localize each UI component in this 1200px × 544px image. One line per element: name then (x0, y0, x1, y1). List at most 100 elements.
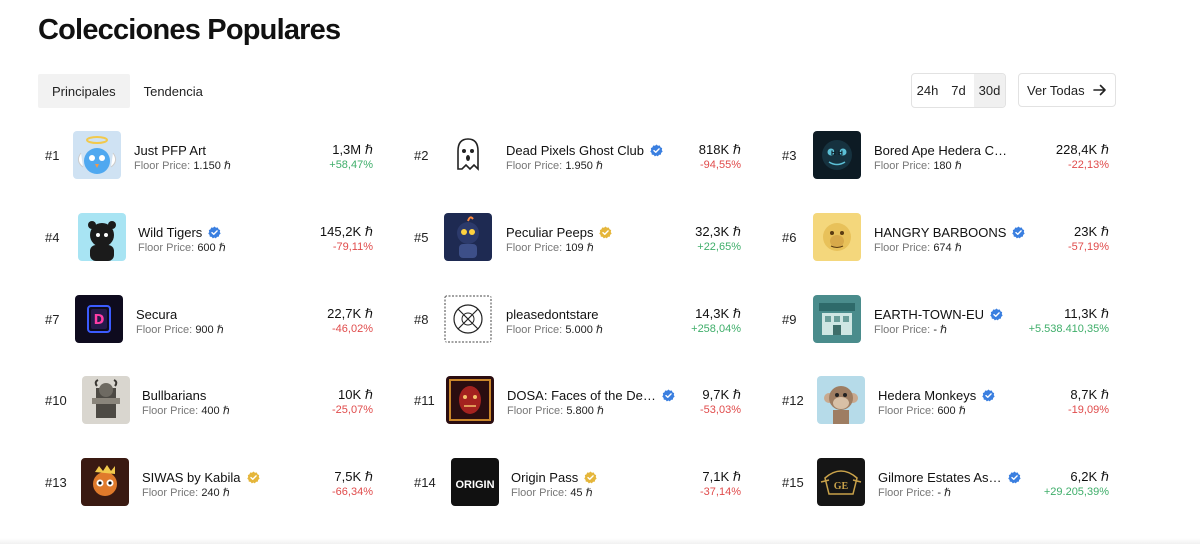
hbar-symbol: ℏ (732, 469, 741, 484)
collection-name[interactable]: Wild Tigers (138, 225, 202, 240)
collection-volume: 818K ℏ (699, 142, 741, 158)
collection-row[interactable]: #1 Just PFP Art Floor Price: 1.150 ℏ 1,3M ℏ… (45, 120, 373, 190)
collection-thumbnail[interactable]: H H (813, 131, 861, 179)
volume-change: -19,09% (1068, 404, 1109, 416)
volume-change: -57,19% (1068, 241, 1109, 253)
collection-name[interactable]: EARTH-TOWN-EU (874, 307, 984, 322)
collection-name[interactable]: Dead Pixels Ghost Club (506, 143, 644, 158)
tab-principales[interactable]: Principales (38, 74, 130, 108)
collection-rank: #15 (782, 474, 804, 490)
collection-thumbnail[interactable] (81, 458, 129, 506)
collection-rank: #1 (45, 147, 60, 163)
view-all-button[interactable]: Ver Todas (1018, 73, 1116, 107)
hbar-symbol: ℏ (364, 469, 373, 484)
collection-row[interactable]: #12 Hedera Monkeys Floor Price: 600 ℏ 8,7K … (782, 365, 1109, 435)
floor-price-label: Floor Price: (874, 242, 931, 254)
verified-badge-icon (584, 471, 597, 483)
period-24h[interactable]: 24h (912, 74, 943, 107)
floor-price-value: - (933, 324, 937, 336)
verified-badge-icon (599, 226, 613, 238)
volume-change: +22,65% (697, 241, 741, 253)
collection-name-row: Just PFP Art (134, 142, 206, 158)
hbar-symbol: ℏ (732, 306, 741, 321)
hbar-symbol: ℏ (364, 387, 373, 402)
collection-thumbnail[interactable]: GE (817, 458, 865, 506)
collection-name[interactable]: Peculiar Peeps (506, 225, 593, 240)
collection-name[interactable]: DOSA: Faces of the De… (507, 388, 656, 403)
collection-row[interactable]: #2 Dead Pixels Ghost Club Floor Price: 1.9… (414, 120, 741, 190)
floor-price: Floor Price: 180 ℏ (874, 159, 962, 172)
collection-name[interactable]: Origin Pass (511, 470, 578, 485)
collection-row[interactable]: #9 EARTH-TOWN-EU Floor Price: - ℏ 11,3K ℏ +5… (782, 284, 1109, 354)
floor-price-value: 240 (201, 487, 220, 499)
volume-value: 14,3K (695, 306, 730, 321)
collection-volume: 7,5K ℏ (334, 469, 373, 485)
hbar-symbol: ℏ (216, 324, 224, 336)
hbar-symbol: ℏ (1100, 224, 1109, 239)
volume-change: +58,47% (329, 159, 373, 171)
collection-thumbnail[interactable] (444, 213, 492, 261)
collection-row[interactable]: #10 Bullbarians Floor Price: 400 ℏ 10K ℏ -25… (45, 365, 373, 435)
collection-volume: 7,1K ℏ (702, 469, 741, 485)
collection-row[interactable]: #14 ORIGIN Origin Pass Floor Price: 45 ℏ 7,1… (414, 447, 741, 517)
collection-thumbnail[interactable] (813, 295, 861, 343)
collection-row[interactable]: #3 H H Bored Ape Hedera Club Floor Price: 1… (782, 120, 1109, 190)
collection-thumbnail[interactable] (444, 295, 492, 343)
collection-name-row: HANGRY BARBOONS (874, 224, 1026, 240)
hbar-symbol: ℏ (732, 224, 741, 239)
floor-price-value: 600 (937, 405, 956, 417)
volume-change: -66,34% (332, 486, 373, 498)
floor-price-value: 1.950 (565, 160, 593, 172)
collection-thumbnail[interactable] (813, 213, 861, 261)
period-7d[interactable]: 7d (943, 74, 974, 107)
floor-price: Floor Price: 600 ℏ (878, 404, 966, 417)
collection-name[interactable]: Bored Ape Hedera Club (874, 143, 1009, 158)
collection-name-row: EARTH-TOWN-EU (874, 306, 1003, 322)
volume-value: 32,3K (695, 224, 730, 239)
collection-thumbnail[interactable] (78, 213, 126, 261)
collection-rank: #13 (45, 474, 67, 490)
collection-name-row: Hedera Monkeys (878, 387, 995, 403)
collection-name[interactable]: pleasedontstare (506, 307, 599, 322)
volume-change: +258,04% (691, 323, 741, 335)
floor-price: Floor Price: 1.150 ℏ (134, 159, 231, 172)
collection-row[interactable]: #15 GE Gilmore Estates As… Floor Price: - ℏ… (782, 447, 1109, 517)
collection-thumbnail[interactable] (444, 131, 492, 179)
collection-name[interactable]: Bullbarians (142, 388, 206, 403)
floor-price-label: Floor Price: (134, 160, 191, 172)
collection-row[interactable]: #5 Peculiar Peeps Floor Price: 109 ℏ 32,3K … (414, 202, 741, 272)
collection-volume: 145,2K ℏ (320, 224, 373, 240)
collection-name[interactable]: Gilmore Estates As… (878, 470, 1002, 485)
collection-row[interactable]: #11 DOSA: Faces of the De… Floor Price: 5.… (414, 365, 741, 435)
collection-row[interactable]: #7 D Secura Floor Price: 900 ℏ 22,7K ℏ -46,02… (45, 284, 373, 354)
floor-price: Floor Price: - ℏ (874, 323, 947, 336)
collection-row[interactable]: #6 HANGRY BARBOONS Floor Price: 674 ℏ 23K ℏ… (782, 202, 1109, 272)
hbar-symbol: ℏ (364, 306, 373, 321)
hbar-symbol: ℏ (732, 142, 741, 157)
collection-thumbnail[interactable] (82, 376, 130, 424)
collection-thumbnail[interactable]: ORIGIN (451, 458, 499, 506)
verified-badge-icon (1007, 471, 1021, 483)
collection-name[interactable]: SIWAS by Kabila (142, 470, 241, 485)
hbar-symbol: ℏ (586, 242, 594, 254)
collection-rank: #9 (782, 311, 797, 327)
period-30d[interactable]: 30d (974, 74, 1005, 107)
collection-thumbnail[interactable] (817, 376, 865, 424)
collection-thumbnail[interactable] (73, 131, 121, 179)
volume-value: 9,7K (702, 387, 730, 402)
collection-thumbnail[interactable] (446, 376, 494, 424)
collection-row[interactable]: #4 Wild Tigers Floor Price: 600 ℏ 145,2K ℏ-… (45, 202, 373, 272)
collection-thumbnail[interactable]: D (75, 295, 123, 343)
floor-price-label: Floor Price: (507, 405, 564, 417)
floor-price-label: Floor Price: (138, 242, 195, 254)
collection-rank: #12 (782, 392, 804, 408)
hbar-symbol: ℏ (954, 242, 962, 254)
collection-row[interactable]: #8 pleasedontstare Floor Price: 5.000 ℏ 14,… (414, 284, 741, 354)
collection-name[interactable]: Secura (136, 307, 177, 322)
arrow-right-icon (1092, 84, 1106, 96)
collection-row[interactable]: #13 SIWAS by Kabila Floor Price: 240 ℏ 7,5K… (45, 447, 373, 517)
tab-tendencia[interactable]: Tendencia (130, 74, 217, 108)
collection-name[interactable]: Just PFP Art (134, 143, 206, 158)
collection-name[interactable]: HANGRY BARBOONS (874, 225, 1006, 240)
collection-name[interactable]: Hedera Monkeys (878, 388, 976, 403)
